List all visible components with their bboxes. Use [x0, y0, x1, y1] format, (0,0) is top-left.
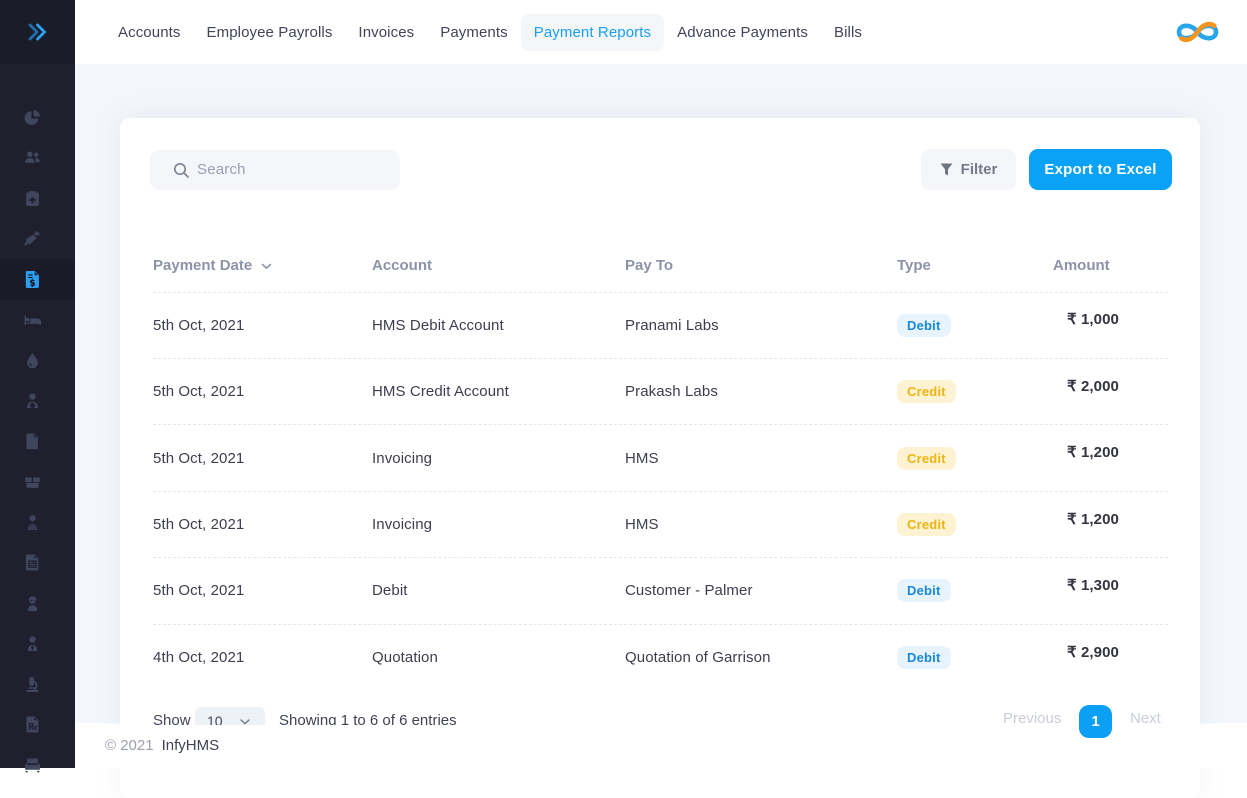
svg-text:60: 60 — [29, 525, 36, 530]
